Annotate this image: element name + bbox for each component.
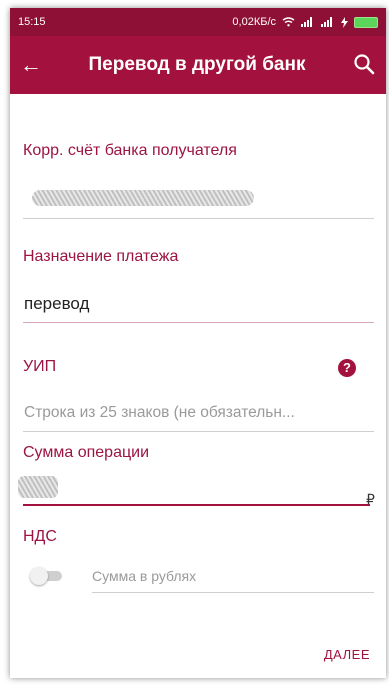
page-title: Перевод в другой банк	[88, 54, 306, 75]
vat-toggle[interactable]	[30, 567, 64, 585]
status-time: 15:15	[18, 16, 46, 28]
signal-icon	[301, 17, 312, 27]
uip-label: УИП	[23, 358, 57, 375]
phone-screen: 15:15 0,02КБ/с ← Перевод в другой банк К…	[10, 8, 386, 678]
help-icon[interactable]: ?	[338, 359, 356, 377]
uip-input[interactable]: Строка из 25 знаков (не обязательн...	[24, 404, 295, 422]
next-button[interactable]: ДАЛЕЕ	[324, 647, 370, 662]
ruble-sign: ₽	[366, 491, 375, 507]
wifi-icon	[282, 17, 295, 27]
corr-account-input[interactable]	[23, 218, 374, 219]
status-bar: 15:15 0,02КБ/с	[10, 8, 386, 36]
purpose-label: Назначение платежа	[23, 248, 179, 265]
amount-value-masked	[18, 476, 58, 498]
signal-icon	[321, 17, 332, 27]
network-speed: 0,02КБ/с	[232, 16, 276, 28]
vat-label: НДС	[23, 528, 57, 545]
corr-account-value-masked	[32, 190, 254, 206]
purpose-input-underline	[23, 322, 374, 323]
amount-input[interactable]	[23, 504, 370, 506]
search-icon[interactable]	[352, 52, 378, 78]
battery-icon	[354, 16, 378, 28]
transfer-form: Корр. счёт банка получателя Назначение п…	[10, 94, 386, 678]
amount-label: Сумма операции	[23, 444, 150, 461]
charging-icon	[341, 16, 348, 28]
uip-input-underline	[23, 431, 374, 432]
purpose-input[interactable]: перевод	[24, 294, 89, 314]
vat-amount-input[interactable]: Сумма в рублях	[92, 568, 196, 584]
app-bar: ← Перевод в другой банк	[10, 36, 386, 94]
corr-account-label: Корр. счёт банка получателя	[23, 142, 237, 159]
vat-amount-underline	[92, 592, 374, 593]
back-arrow-icon[interactable]: ←	[20, 52, 50, 78]
